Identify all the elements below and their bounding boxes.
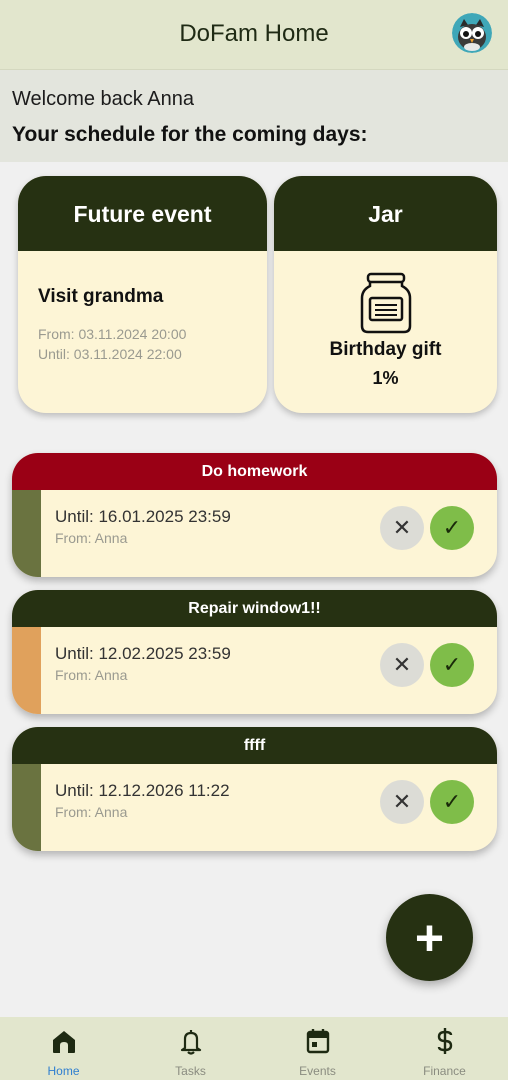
future-event-card[interactable]: Future event Visit grandma From: 03.11.2… <box>18 176 267 413</box>
bell-icon <box>180 1030 201 1055</box>
reject-button[interactable]: ✕ <box>380 780 424 824</box>
event-title: Visit grandma <box>38 286 164 307</box>
task-color-strip <box>12 627 41 714</box>
task-card[interactable]: Repair window1!! Until: 12.02.2025 23:59… <box>12 590 497 714</box>
nav-item-events[interactable]: Events <box>254 1017 381 1080</box>
task-from: From: Anna <box>55 667 128 683</box>
nav-item-home[interactable]: Home <box>0 1017 127 1080</box>
nav-label-finance: Finance <box>423 1064 466 1078</box>
close-icon: ✕ <box>392 515 412 540</box>
app-bar: DoFam Home <box>0 0 508 70</box>
task-until: Until: 12.12.2026 11:22 <box>55 781 230 800</box>
task-from: From: Anna <box>55 804 128 820</box>
calendar-icon <box>306 1029 329 1054</box>
event-until: Until: 03.11.2024 22:00 <box>38 346 182 362</box>
task-title: ffff <box>12 727 497 764</box>
task-until: Until: 12.02.2025 23:59 <box>55 644 231 663</box>
welcome-section: Welcome back Anna Your schedule for the … <box>0 70 508 162</box>
reject-button[interactable]: ✕ <box>380 506 424 550</box>
task-color-strip <box>12 490 41 577</box>
check-icon: ✓ <box>442 789 462 814</box>
check-icon: ✓ <box>442 515 462 540</box>
jar-header: Jar <box>274 176 497 251</box>
task-color-strip <box>12 764 41 851</box>
check-icon: ✓ <box>442 652 462 677</box>
jar-card[interactable]: Jar Birthday gift 1% <box>274 176 497 413</box>
nav-label-tasks: Tasks <box>175 1064 206 1078</box>
dollar-icon <box>437 1028 452 1054</box>
future-event-header: Future event <box>18 176 267 251</box>
task-card[interactable]: Do homework Until: 16.01.2025 23:59 From… <box>12 453 497 577</box>
owl-avatar-icon[interactable] <box>452 13 492 53</box>
schedule-heading: Your schedule for the coming days: <box>12 123 368 146</box>
nav-label-home: Home <box>47 1064 80 1078</box>
nav-item-tasks[interactable]: Tasks <box>127 1017 254 1080</box>
nav-item-finance[interactable]: Finance <box>381 1017 508 1080</box>
bottom-nav: Home Tasks Events Finance <box>0 1017 508 1080</box>
accept-button[interactable]: ✓ <box>430 780 474 824</box>
accept-button[interactable]: ✓ <box>430 643 474 687</box>
task-card[interactable]: ffff Until: 12.12.2026 11:22 From: Anna … <box>12 727 497 851</box>
reject-button[interactable]: ✕ <box>380 643 424 687</box>
task-from: From: Anna <box>55 530 128 546</box>
jar-percent: 1% <box>372 368 399 388</box>
jar-icon <box>360 272 412 334</box>
app-title: DoFam Home <box>179 20 329 47</box>
event-from: From: 03.11.2024 20:00 <box>38 326 187 342</box>
task-until: Until: 16.01.2025 23:59 <box>55 507 231 526</box>
add-button[interactable]: + <box>386 894 473 981</box>
nav-label-events: Events <box>299 1064 336 1078</box>
plus-icon: + <box>414 909 445 966</box>
accept-button[interactable]: ✓ <box>430 506 474 550</box>
jar-name: Birthday gift <box>329 339 442 360</box>
task-title: Repair window1!! <box>12 590 497 627</box>
task-title: Do homework <box>12 453 497 490</box>
welcome-greeting: Welcome back Anna <box>12 88 194 110</box>
close-icon: ✕ <box>392 789 412 814</box>
home-icon <box>52 1031 75 1053</box>
close-icon: ✕ <box>392 652 412 677</box>
